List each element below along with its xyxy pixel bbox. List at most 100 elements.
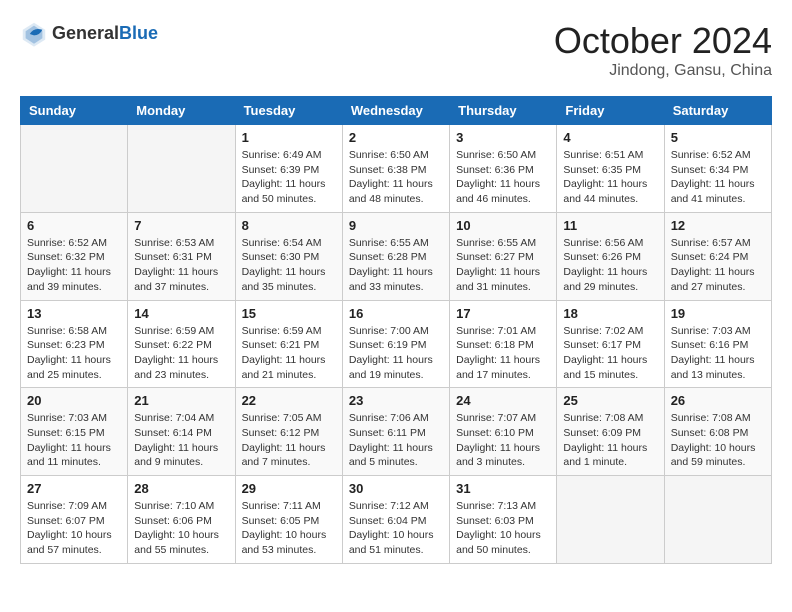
calendar-cell: 26 Sunrise: 7:08 AMSunset: 6:08 PMDayligh… [664,388,771,476]
day-number: 5 [671,130,765,145]
day-info: Sunrise: 6:58 AMSunset: 6:23 PMDaylight:… [27,324,121,383]
logo-text: GeneralBlue [52,24,158,44]
day-info: Sunrise: 7:03 AMSunset: 6:15 PMDaylight:… [27,411,121,470]
calendar-week-5: 27 Sunrise: 7:09 AMSunset: 6:07 PMDayligh… [21,476,772,564]
day-info: Sunrise: 7:01 AMSunset: 6:18 PMDaylight:… [456,324,550,383]
calendar-cell: 10 Sunrise: 6:55 AMSunset: 6:27 PMDayligh… [450,212,557,300]
day-header-wednesday: Wednesday [342,97,449,125]
calendar-header-row: SundayMondayTuesdayWednesdayThursdayFrid… [21,97,772,125]
calendar-cell: 21 Sunrise: 7:04 AMSunset: 6:14 PMDayligh… [128,388,235,476]
day-number: 26 [671,393,765,408]
calendar-cell [21,125,128,213]
day-info: Sunrise: 7:08 AMSunset: 6:08 PMDaylight:… [671,411,765,470]
calendar-cell: 23 Sunrise: 7:06 AMSunset: 6:11 PMDayligh… [342,388,449,476]
month-title: October 2024 [554,20,772,62]
calendar-cell: 2Sunrise: 6:50 AMSunset: 6:38 PMDaylight… [342,125,449,213]
day-info: Sunrise: 7:05 AMSunset: 6:12 PMDaylight:… [242,411,336,470]
day-number: 20 [27,393,121,408]
calendar-cell: 22 Sunrise: 7:05 AMSunset: 6:12 PMDayligh… [235,388,342,476]
calendar-cell: 17 Sunrise: 7:01 AMSunset: 6:18 PMDayligh… [450,300,557,388]
day-info: Sunrise: 7:03 AMSunset: 6:16 PMDaylight:… [671,324,765,383]
calendar-cell: 16 Sunrise: 7:00 AMSunset: 6:19 PMDayligh… [342,300,449,388]
day-number: 21 [134,393,228,408]
day-header-tuesday: Tuesday [235,97,342,125]
calendar-cell: 12Sunrise: 6:57 AMSunset: 6:24 PMDayligh… [664,212,771,300]
calendar-week-1: 1 Sunrise: 6:49 AMSunset: 6:39 PMDaylight… [21,125,772,213]
day-number: 31 [456,481,550,496]
day-header-sunday: Sunday [21,97,128,125]
logo-general-text: GeneralBlue [52,24,158,44]
day-number: 16 [349,306,443,321]
day-info: Sunrise: 6:51 AMSunset: 6:35 PMDaylight:… [563,148,657,207]
day-number: 11 [563,218,657,233]
day-info: Sunrise: 6:52 AMSunset: 6:32 PMDaylight:… [27,236,121,295]
day-header-monday: Monday [128,97,235,125]
calendar-cell: 13Sunrise: 6:58 AMSunset: 6:23 PMDayligh… [21,300,128,388]
day-number: 3 [456,130,550,145]
calendar-cell: 1 Sunrise: 6:49 AMSunset: 6:39 PMDaylight… [235,125,342,213]
day-info: Sunrise: 7:02 AMSunset: 6:17 PMDaylight:… [563,324,657,383]
logo: GeneralBlue [20,20,158,48]
day-info: Sunrise: 7:12 AMSunset: 6:04 PMDaylight:… [349,499,443,558]
day-info: Sunrise: 7:11 AMSunset: 6:05 PMDaylight:… [242,499,336,558]
day-number: 8 [242,218,336,233]
calendar-cell: 28Sunrise: 7:10 AMSunset: 6:06 PMDayligh… [128,476,235,564]
day-info: Sunrise: 6:55 AMSunset: 6:27 PMDaylight:… [456,236,550,295]
calendar-cell: 20 Sunrise: 7:03 AMSunset: 6:15 PMDayligh… [21,388,128,476]
calendar-week-4: 20 Sunrise: 7:03 AMSunset: 6:15 PMDayligh… [21,388,772,476]
calendar-cell: 19Sunrise: 7:03 AMSunset: 6:16 PMDayligh… [664,300,771,388]
day-number: 9 [349,218,443,233]
calendar-cell: 6 Sunrise: 6:52 AMSunset: 6:32 PMDaylight… [21,212,128,300]
calendar-cell [664,476,771,564]
calendar-cell: 29 Sunrise: 7:11 AMSunset: 6:05 PMDayligh… [235,476,342,564]
day-number: 17 [456,306,550,321]
calendar-cell: 27 Sunrise: 7:09 AMSunset: 6:07 PMDayligh… [21,476,128,564]
calendar-cell: 15Sunrise: 6:59 AMSunset: 6:21 PMDayligh… [235,300,342,388]
day-number: 1 [242,130,336,145]
page-header: GeneralBlue October 2024 Jindong, Gansu,… [20,20,772,80]
day-number: 28 [134,481,228,496]
day-info: Sunrise: 6:59 AMSunset: 6:21 PMDaylight:… [242,324,336,383]
day-info: Sunrise: 6:56 AMSunset: 6:26 PMDaylight:… [563,236,657,295]
calendar-cell: 8 Sunrise: 6:54 AMSunset: 6:30 PMDaylight… [235,212,342,300]
calendar-cell: 3Sunrise: 6:50 AMSunset: 6:36 PMDaylight… [450,125,557,213]
day-info: Sunrise: 7:06 AMSunset: 6:11 PMDaylight:… [349,411,443,470]
day-number: 25 [563,393,657,408]
day-info: Sunrise: 6:49 AMSunset: 6:39 PMDaylight:… [242,148,336,207]
calendar: SundayMondayTuesdayWednesdayThursdayFrid… [20,96,772,564]
day-info: Sunrise: 6:54 AMSunset: 6:30 PMDaylight:… [242,236,336,295]
location: Jindong, Gansu, China [554,62,772,80]
day-info: Sunrise: 6:52 AMSunset: 6:34 PMDaylight:… [671,148,765,207]
day-info: Sunrise: 7:08 AMSunset: 6:09 PMDaylight:… [563,411,657,470]
calendar-week-3: 13Sunrise: 6:58 AMSunset: 6:23 PMDayligh… [21,300,772,388]
day-info: Sunrise: 7:07 AMSunset: 6:10 PMDaylight:… [456,411,550,470]
calendar-cell: 7 Sunrise: 6:53 AMSunset: 6:31 PMDaylight… [128,212,235,300]
title-block: October 2024 Jindong, Gansu, China [554,20,772,80]
day-number: 23 [349,393,443,408]
calendar-cell: 5 Sunrise: 6:52 AMSunset: 6:34 PMDaylight… [664,125,771,213]
day-number: 7 [134,218,228,233]
calendar-cell: 30Sunrise: 7:12 AMSunset: 6:04 PMDayligh… [342,476,449,564]
calendar-cell [557,476,664,564]
day-header-friday: Friday [557,97,664,125]
day-info: Sunrise: 7:00 AMSunset: 6:19 PMDaylight:… [349,324,443,383]
day-number: 6 [27,218,121,233]
day-number: 29 [242,481,336,496]
day-number: 10 [456,218,550,233]
calendar-cell: 9Sunrise: 6:55 AMSunset: 6:28 PMDaylight… [342,212,449,300]
day-info: Sunrise: 6:50 AMSunset: 6:38 PMDaylight:… [349,148,443,207]
calendar-cell [128,125,235,213]
day-number: 22 [242,393,336,408]
day-number: 27 [27,481,121,496]
day-info: Sunrise: 6:53 AMSunset: 6:31 PMDaylight:… [134,236,228,295]
calendar-cell: 31Sunrise: 7:13 AMSunset: 6:03 PMDayligh… [450,476,557,564]
calendar-cell: 4Sunrise: 6:51 AMSunset: 6:35 PMDaylight… [557,125,664,213]
day-info: Sunrise: 7:09 AMSunset: 6:07 PMDaylight:… [27,499,121,558]
day-info: Sunrise: 7:04 AMSunset: 6:14 PMDaylight:… [134,411,228,470]
day-info: Sunrise: 6:59 AMSunset: 6:22 PMDaylight:… [134,324,228,383]
day-number: 12 [671,218,765,233]
day-number: 24 [456,393,550,408]
logo-icon [20,20,48,48]
day-number: 14 [134,306,228,321]
day-header-thursday: Thursday [450,97,557,125]
